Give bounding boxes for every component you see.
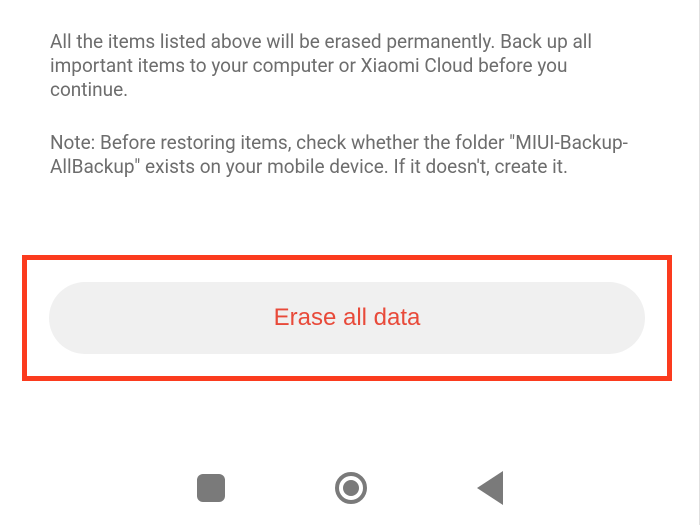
- navigation-bar: [0, 471, 700, 505]
- home-icon[interactable]: [335, 472, 367, 504]
- warning-text: All the items listed above will be erase…: [50, 0, 649, 101]
- note-text: Note: Before restoring items, check whet…: [50, 101, 649, 179]
- recent-apps-icon[interactable]: [197, 474, 225, 502]
- highlight-box: Erase all data: [22, 255, 672, 381]
- erase-all-data-button[interactable]: Erase all data: [49, 282, 645, 354]
- back-icon[interactable]: [477, 471, 503, 505]
